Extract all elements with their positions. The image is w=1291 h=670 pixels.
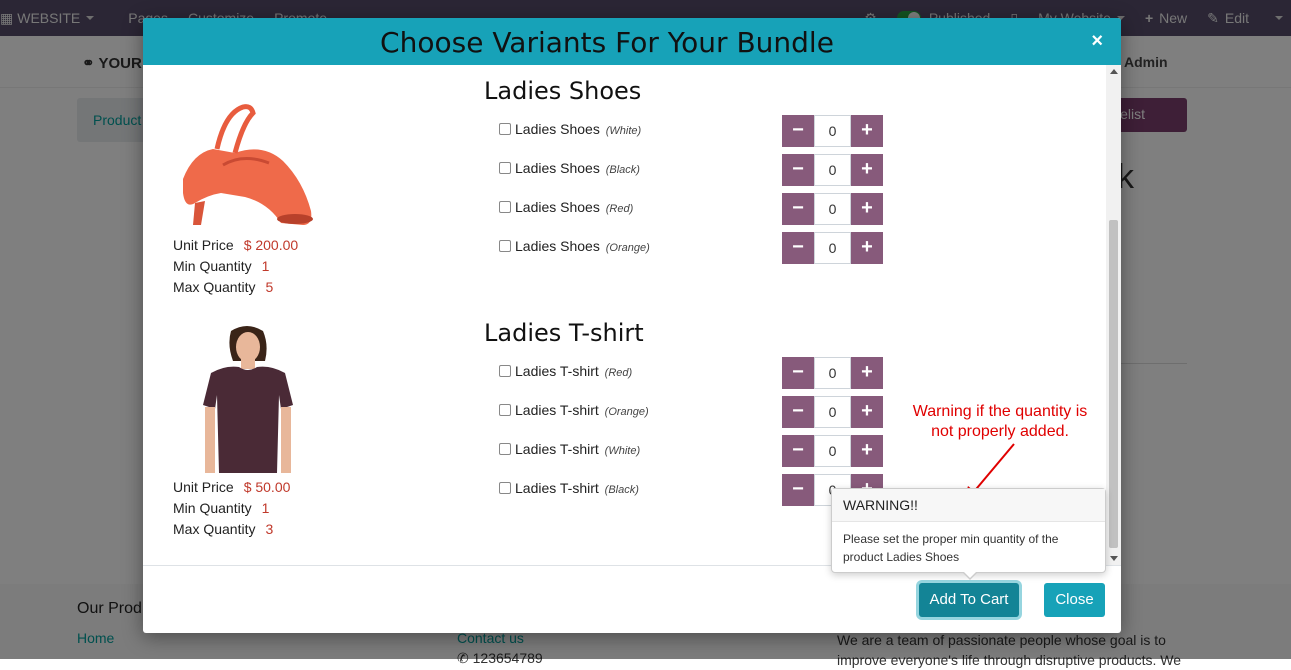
quantity-input[interactable]: 0: [814, 357, 851, 389]
variant-label: Ladies Shoes (White): [515, 121, 641, 137]
decrease-button[interactable]: −: [782, 193, 814, 225]
quantity-input[interactable]: 0: [814, 154, 851, 186]
variant-label: Ladies Shoes (Orange): [515, 238, 650, 254]
increase-button[interactable]: +: [851, 396, 883, 428]
product-info: Unit Price $ 50.00 Min Quantity 1 Max Quan…: [173, 477, 290, 540]
decrease-button[interactable]: −: [782, 435, 814, 467]
min-quantity-label: Min Quantity: [173, 258, 252, 274]
scroll-down-icon[interactable]: [1110, 556, 1118, 561]
variant-row: Ladies T-shirt (Red) − 0 +: [499, 357, 1099, 389]
variant-label: Ladies T-shirt (White): [515, 441, 640, 457]
decrease-button[interactable]: −: [782, 232, 814, 264]
decrease-button[interactable]: −: [782, 396, 814, 428]
increase-button[interactable]: +: [851, 154, 883, 186]
increase-button[interactable]: +: [851, 232, 883, 264]
popover-tip: [962, 571, 978, 580]
increase-button[interactable]: +: [851, 357, 883, 389]
increase-button[interactable]: +: [851, 435, 883, 467]
modal-header: Choose Variants For Your Bundle ×: [143, 18, 1121, 65]
product-name: Ladies T-shirt: [484, 319, 644, 347]
variant-label: Ladies T-shirt (Black): [515, 480, 639, 496]
variant-name: Ladies Shoes: [515, 121, 600, 137]
unit-price-label: Unit Price: [173, 479, 234, 495]
decrease-button[interactable]: −: [782, 115, 814, 147]
product-image-shoes: [173, 83, 323, 231]
modal-scrollbar[interactable]: [1106, 65, 1121, 565]
scroll-thumb[interactable]: [1109, 220, 1118, 548]
variant-checkbox[interactable]: [499, 162, 511, 174]
decrease-button[interactable]: −: [782, 154, 814, 186]
variant-attribute: (Orange): [605, 242, 650, 254]
min-quantity-value: 1: [261, 258, 270, 274]
variant-name: Ladies T-shirt: [515, 402, 599, 418]
max-quantity-value: 5: [265, 279, 274, 295]
variant-row: Ladies Shoes (White) − 0 +: [499, 115, 1099, 147]
product-image-tshirt: [173, 325, 323, 473]
min-quantity-value: 1: [261, 500, 270, 516]
variant-checkbox[interactable]: [499, 365, 511, 377]
variant-checkbox[interactable]: [499, 404, 511, 416]
close-icon[interactable]: ×: [1091, 30, 1103, 53]
variant-label: Ladies T-shirt (Orange): [515, 402, 649, 418]
variant-attribute: (Orange): [604, 406, 649, 418]
product-info: Unit Price $ 200.00 Min Quantity 1 Max Qua…: [173, 235, 298, 298]
close-button[interactable]: Close: [1044, 583, 1105, 617]
variant-name: Ladies T-shirt: [515, 441, 599, 457]
variant-checkbox[interactable]: [499, 482, 511, 494]
variant-row: Ladies Shoes (Black) − 0 +: [499, 154, 1099, 186]
variant-name: Ladies T-shirt: [515, 480, 599, 496]
product-name: Ladies Shoes: [484, 77, 642, 105]
variant-label: Ladies Shoes (Black): [515, 160, 640, 176]
quantity-stepper: − 0 +: [782, 193, 883, 225]
variant-checkbox[interactable]: [499, 201, 511, 213]
variant-checkbox[interactable]: [499, 240, 511, 252]
variant-label: Ladies T-shirt (Red): [515, 363, 632, 379]
variant-checkbox[interactable]: [499, 443, 511, 455]
popover-title: WARNING!!: [832, 489, 1105, 522]
quantity-stepper: − 0 +: [782, 154, 883, 186]
variant-name: Ladies Shoes: [515, 199, 600, 215]
quantity-input[interactable]: 0: [814, 435, 851, 467]
modal-title: Choose Variants For Your Bundle: [380, 26, 834, 59]
variant-attribute: (Black): [604, 484, 639, 496]
unit-price-value: $ 50.00: [243, 479, 291, 495]
min-quantity-label: Min Quantity: [173, 500, 252, 516]
variant-label: Ladies Shoes (Red): [515, 199, 633, 215]
variant-attribute: (Black): [605, 164, 640, 176]
variant-row: Ladies Shoes (Red) − 0 +: [499, 193, 1099, 225]
unit-price-label: Unit Price: [173, 237, 234, 253]
quantity-input[interactable]: 0: [814, 396, 851, 428]
variant-attribute: (White): [604, 445, 641, 457]
variant-row: Ladies Shoes (Orange) − 0 +: [499, 232, 1099, 264]
quantity-stepper: − 0 +: [782, 115, 883, 147]
quantity-stepper: − 0 +: [782, 435, 883, 467]
max-quantity-label: Max Quantity: [173, 521, 256, 537]
quantity-input[interactable]: 0: [814, 232, 851, 264]
increase-button[interactable]: +: [851, 115, 883, 147]
decrease-button[interactable]: −: [782, 357, 814, 389]
unit-price-value: $ 200.00: [243, 237, 299, 253]
variant-checkbox[interactable]: [499, 123, 511, 135]
variant-name: Ladies Shoes: [515, 238, 600, 254]
quantity-input[interactable]: 0: [814, 115, 851, 147]
quantity-input[interactable]: 0: [814, 193, 851, 225]
variant-name: Ladies Shoes: [515, 160, 600, 176]
variant-attribute: (Red): [604, 367, 633, 379]
quantity-stepper: − 0 +: [782, 232, 883, 264]
max-quantity-value: 3: [265, 521, 274, 537]
variant-name: Ladies T-shirt: [515, 363, 599, 379]
warning-annotation: Warning if the quantity is not properly …: [912, 403, 1088, 440]
variant-attribute: (Red): [605, 203, 634, 215]
scroll-up-icon[interactable]: [1110, 69, 1118, 74]
popover-message: Please set the proper min quantity of th…: [843, 532, 1059, 564]
variant-attribute: (White): [605, 125, 642, 137]
decrease-button[interactable]: −: [782, 474, 814, 506]
quantity-stepper: − 0 +: [782, 357, 883, 389]
quantity-stepper: − 0 +: [782, 396, 883, 428]
increase-button[interactable]: +: [851, 193, 883, 225]
add-to-cart-button[interactable]: Add To Cart: [919, 583, 1019, 617]
max-quantity-label: Max Quantity: [173, 279, 256, 295]
warning-popover: WARNING!! Please set the proper min quan…: [831, 488, 1106, 580]
